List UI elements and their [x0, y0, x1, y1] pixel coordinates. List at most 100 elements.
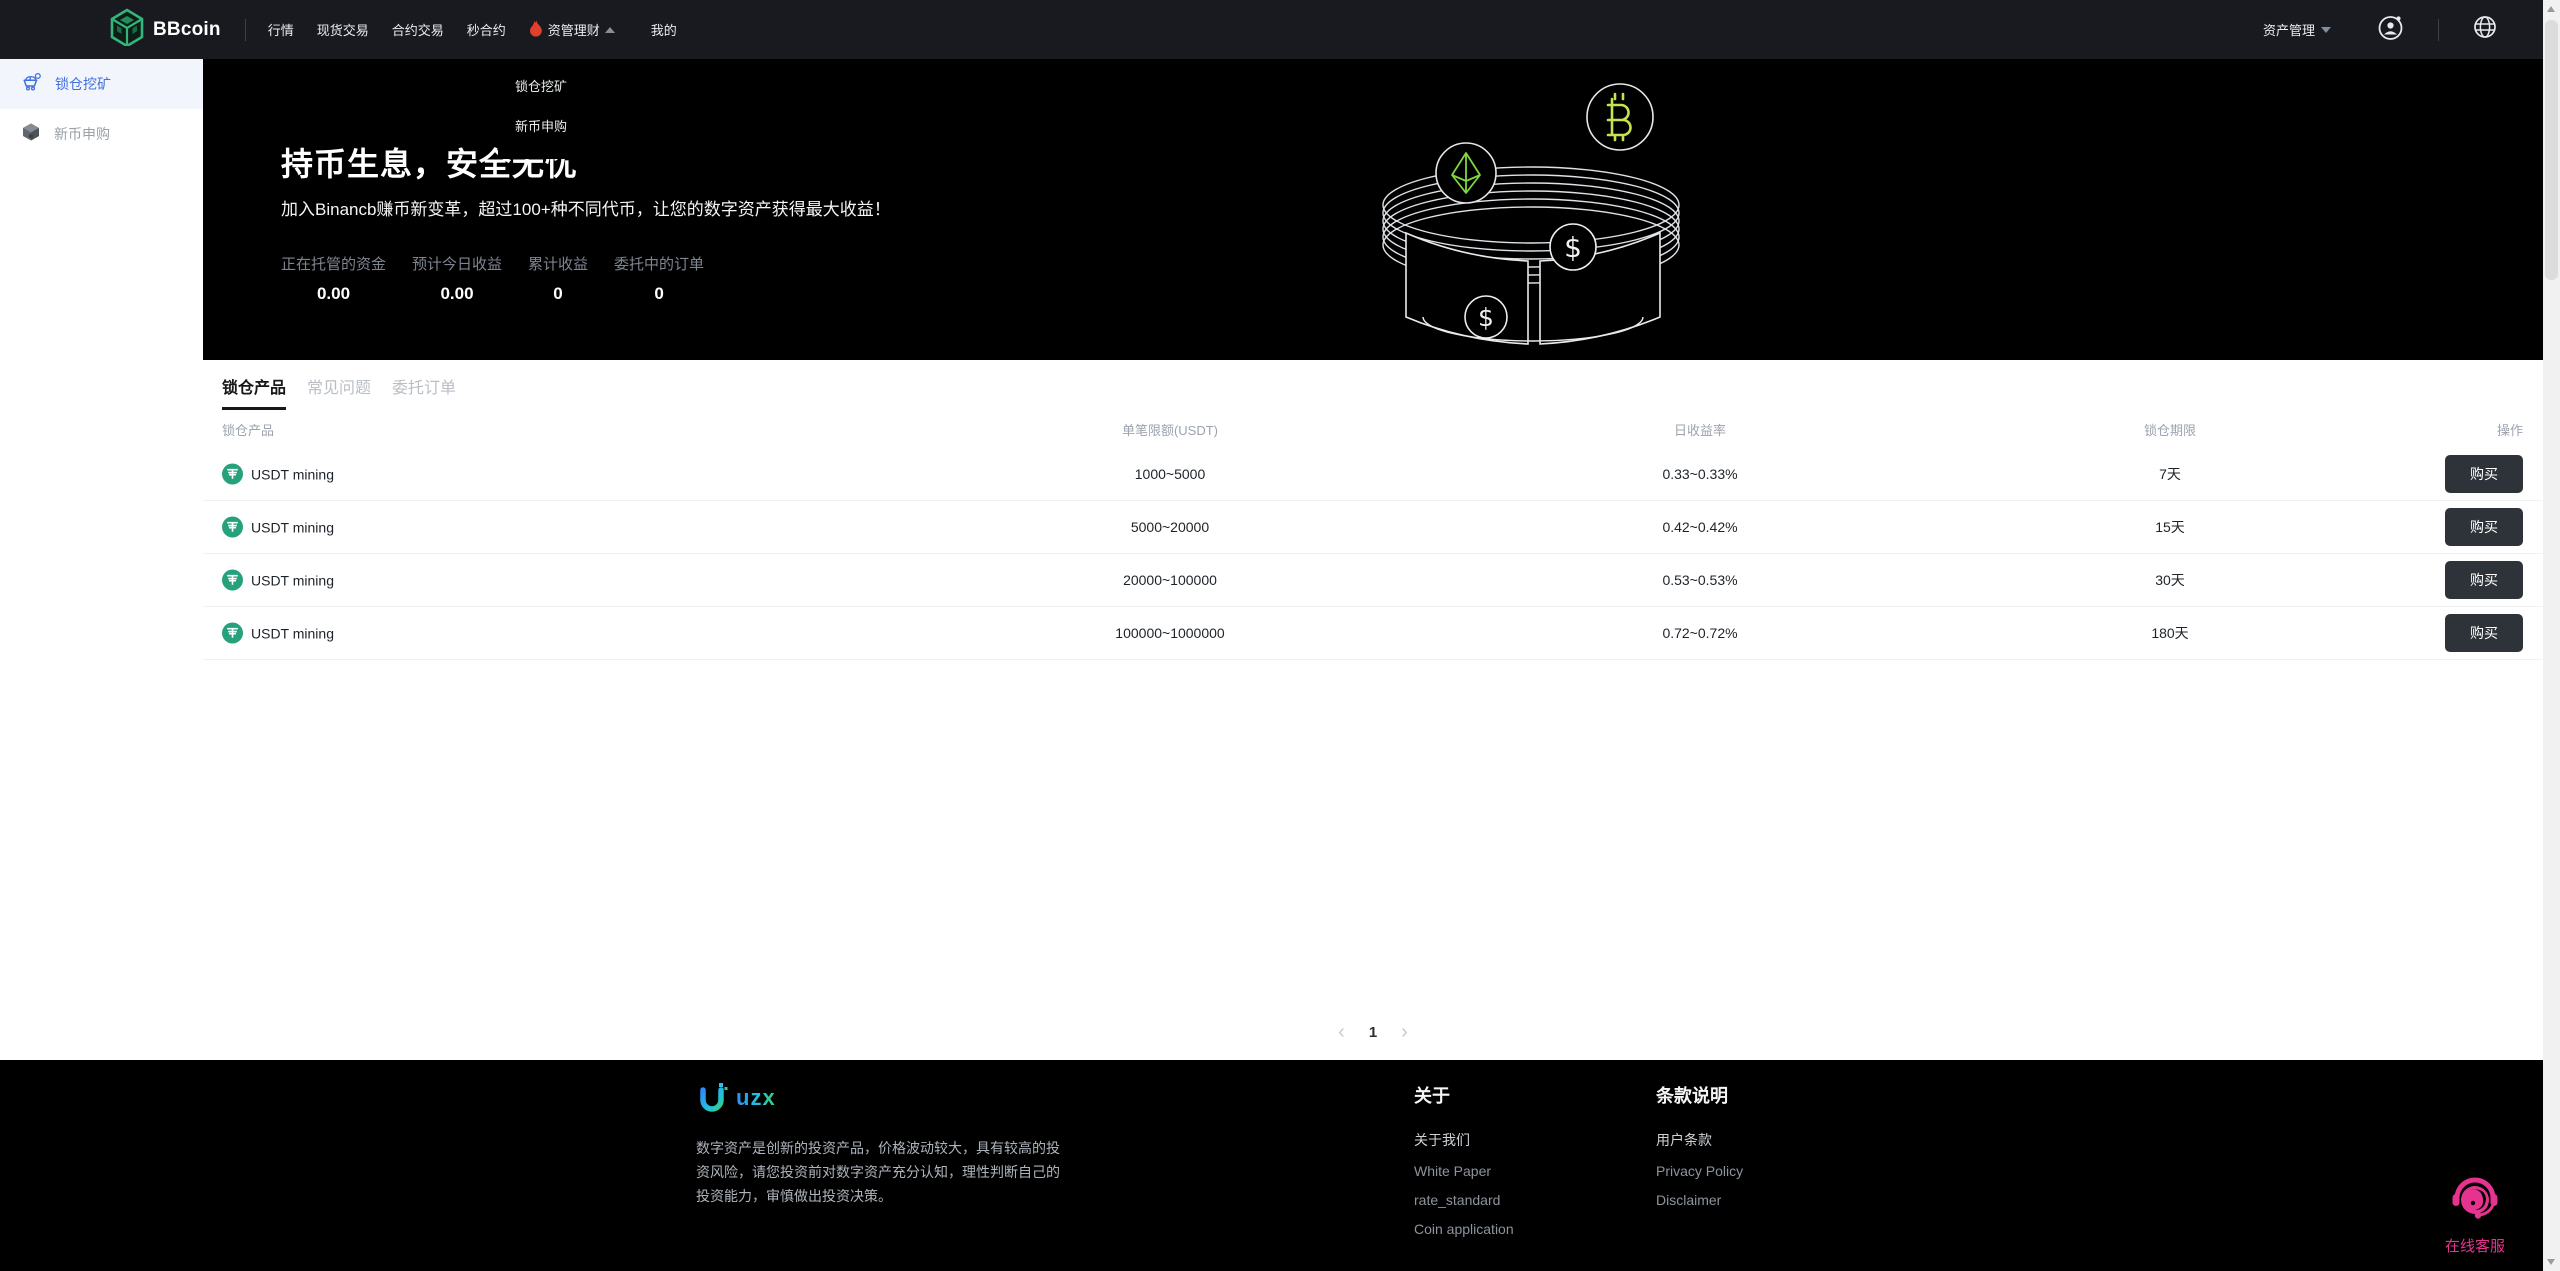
dollar-coin: $	[1550, 224, 1596, 270]
buy-button[interactable]: 购买	[2445, 455, 2523, 493]
table-row: USDT mining 20000~100000 0.53~0.53% 30天 …	[203, 554, 2543, 607]
footer-link-white-paper[interactable]: White Paper	[1414, 1163, 1514, 1179]
sidebar-item-label: 新币申购	[54, 124, 110, 144]
mining-cart-icon	[21, 71, 42, 97]
tabs-bar: 锁仓产品 常见问题 委托订单	[222, 374, 456, 410]
uzx-logo: uzx	[696, 1082, 1062, 1114]
footer: uzx 数字资产是创新的投资产品，价格波动较大，具有较高的投资风险，请您投资前对…	[0, 1060, 2543, 1271]
chevron-down-icon	[2321, 27, 2331, 33]
service-label: 在线客服	[2445, 1235, 2505, 1256]
tether-icon	[222, 623, 243, 644]
uzx-wordmark: uzx	[736, 1085, 776, 1111]
stat-pending-orders: 委托中的订单 0	[614, 253, 704, 304]
nav-item-market[interactable]: 行情	[268, 20, 294, 39]
nav-divider	[245, 19, 246, 41]
brand-name: BBcoin	[153, 19, 221, 41]
tether-icon	[222, 570, 243, 591]
nav-right: 资产管理	[2263, 14, 2497, 46]
buy-button[interactable]: 购买	[2445, 508, 2523, 546]
page-scrollbar[interactable]	[2543, 0, 2560, 1271]
footer-brand-block: uzx 数字资产是创新的投资产品，价格波动较大，具有较高的投资风险，请您投资前对…	[696, 1082, 1062, 1208]
sidebar-item-new-coin[interactable]: 新币申购	[0, 109, 203, 159]
dropdown-item-new-coin[interactable]: 新币申购	[498, 107, 630, 147]
period-value: 30天	[1870, 570, 2470, 590]
buy-button[interactable]: 购买	[2445, 614, 2523, 652]
top-navbar: BBcoin 行情 现货交易 合约交易 秒合约 资管理财 我的 资	[0, 0, 2543, 59]
svg-text:$: $	[1564, 231, 1582, 264]
footer-link-coin-application[interactable]: Coin application	[1414, 1221, 1514, 1237]
dropdown-item-lockup-mining[interactable]: 锁仓挖矿	[498, 67, 630, 107]
limit-value: 1000~5000	[870, 466, 1470, 482]
online-customer-service[interactable]: 在线客服	[2432, 1172, 2518, 1256]
scrollbar-thumb[interactable]	[2545, 20, 2558, 280]
col-limit: 单笔限额(USDT)	[870, 420, 1470, 439]
product-name: USDT mining	[251, 572, 334, 588]
page: BBcoin 行情 现货交易 合约交易 秒合约 资管理财 我的 资	[0, 0, 2560, 1271]
tether-icon	[222, 464, 243, 485]
eth-coin	[1436, 143, 1496, 203]
svg-text:$: $	[1478, 303, 1494, 332]
footer-link-user-terms[interactable]: 用户条款	[1656, 1130, 1743, 1150]
period-value: 180天	[1870, 623, 2470, 643]
user-avatar-icon[interactable]	[2377, 14, 2404, 46]
footer-link-rate-standard[interactable]: rate_standard	[1414, 1192, 1514, 1208]
tab-lockup-products[interactable]: 锁仓产品	[222, 374, 286, 410]
period-value: 7天	[1870, 464, 2470, 484]
col-product: 锁仓产品	[222, 420, 822, 439]
nav-item-wealth[interactable]: 资管理财	[529, 20, 615, 40]
product-name: USDT mining	[251, 466, 334, 482]
pagination: ‹ 1 ›	[203, 1022, 2543, 1042]
footer-column-about: 关于 关于我们 White Paper rate_standard Coin a…	[1414, 1082, 1514, 1250]
sidebar-item-label: 锁仓挖矿	[55, 74, 111, 94]
current-page[interactable]: 1	[1369, 1024, 1377, 1041]
sidebar: 锁仓挖矿 新币申购	[0, 59, 203, 1060]
bbcoin-cube-icon	[108, 8, 146, 51]
footer-link-privacy-policy[interactable]: Privacy Policy	[1656, 1163, 1743, 1179]
cube-box-icon	[21, 122, 41, 147]
main-content: 锁仓产品 常见问题 委托订单 锁仓产品 单笔限额(USDT) 日收益率 锁仓期限…	[203, 360, 2543, 1060]
nav-divider	[2438, 19, 2439, 41]
hero-subtitle: 加入Binancb赚币新变革，超过100+种不同代币，让您的数字资产获得最大收益…	[281, 195, 891, 220]
scroll-up-icon[interactable]	[2547, 6, 2555, 12]
customer-service-headset-icon	[2449, 1172, 2501, 1229]
nav-item-mine[interactable]: 我的	[651, 20, 677, 39]
footer-column-title: 关于	[1414, 1082, 1514, 1108]
footer-column-terms: 条款说明 用户条款 Privacy Policy Disclaimer	[1656, 1082, 1743, 1221]
sidebar-item-lockup-mining[interactable]: 锁仓挖矿	[0, 59, 203, 109]
scroll-down-icon[interactable]	[2547, 1259, 2555, 1265]
hero-stats: 正在托管的资金 0.00 预计今日收益 0.00 累计收益 0 委托中的订单 0	[281, 253, 704, 304]
table-header: 锁仓产品 单笔限额(USDT) 日收益率 锁仓期限 操作	[203, 420, 2543, 448]
nav-left: BBcoin 行情 现货交易 合约交易 秒合约 资管理财 我的	[108, 8, 700, 51]
table-row: USDT mining 100000~1000000 0.72~0.72% 18…	[203, 607, 2543, 660]
prev-page-icon[interactable]: ‹	[1338, 1022, 1345, 1042]
limit-value: 20000~100000	[870, 572, 1470, 588]
product-name: USDT mining	[251, 625, 334, 641]
footer-disclaimer-text: 数字资产是创新的投资产品，价格波动较大，具有较高的投资风险，请您投资前对数字资产…	[696, 1136, 1062, 1208]
nav-item-spot-trade[interactable]: 现货交易	[317, 20, 369, 39]
wealth-dropdown-menu: 锁仓挖矿 新币申购	[498, 59, 630, 159]
tab-delegated-orders[interactable]: 委托订单	[392, 374, 456, 410]
dollar-coin: $	[1465, 296, 1507, 338]
limit-value: 5000~20000	[870, 519, 1470, 535]
asset-management-menu[interactable]: 资产管理	[2263, 20, 2331, 39]
nav-item-second-contract[interactable]: 秒合约	[467, 20, 506, 39]
flame-icon	[529, 20, 543, 40]
table-row: USDT mining 1000~5000 0.33~0.33% 7天 购买	[203, 448, 2543, 501]
next-page-icon[interactable]: ›	[1401, 1022, 1408, 1042]
buy-button[interactable]: 购买	[2445, 561, 2523, 599]
stat-total-profit: 累计收益 0	[528, 253, 588, 304]
table-row: USDT mining 5000~20000 0.42~0.42% 15天 购买	[203, 501, 2543, 554]
tab-faq[interactable]: 常见问题	[307, 374, 371, 410]
footer-link-about-us[interactable]: 关于我们	[1414, 1130, 1514, 1150]
col-action: 操作	[2323, 420, 2523, 439]
product-name: USDT mining	[251, 519, 334, 535]
chevron-up-icon	[605, 27, 615, 33]
footer-link-disclaimer[interactable]: Disclaimer	[1656, 1192, 1743, 1208]
nav-item-contract-trade[interactable]: 合约交易	[392, 20, 444, 39]
btc-coin	[1587, 84, 1653, 150]
brand-logo[interactable]: BBcoin	[108, 8, 221, 51]
globe-language-icon[interactable]	[2473, 15, 2497, 44]
period-value: 15天	[1870, 517, 2470, 537]
footer-column-title: 条款说明	[1656, 1082, 1743, 1108]
nav-menu: 行情 现货交易 合约交易 秒合约 资管理财 我的	[268, 20, 700, 40]
